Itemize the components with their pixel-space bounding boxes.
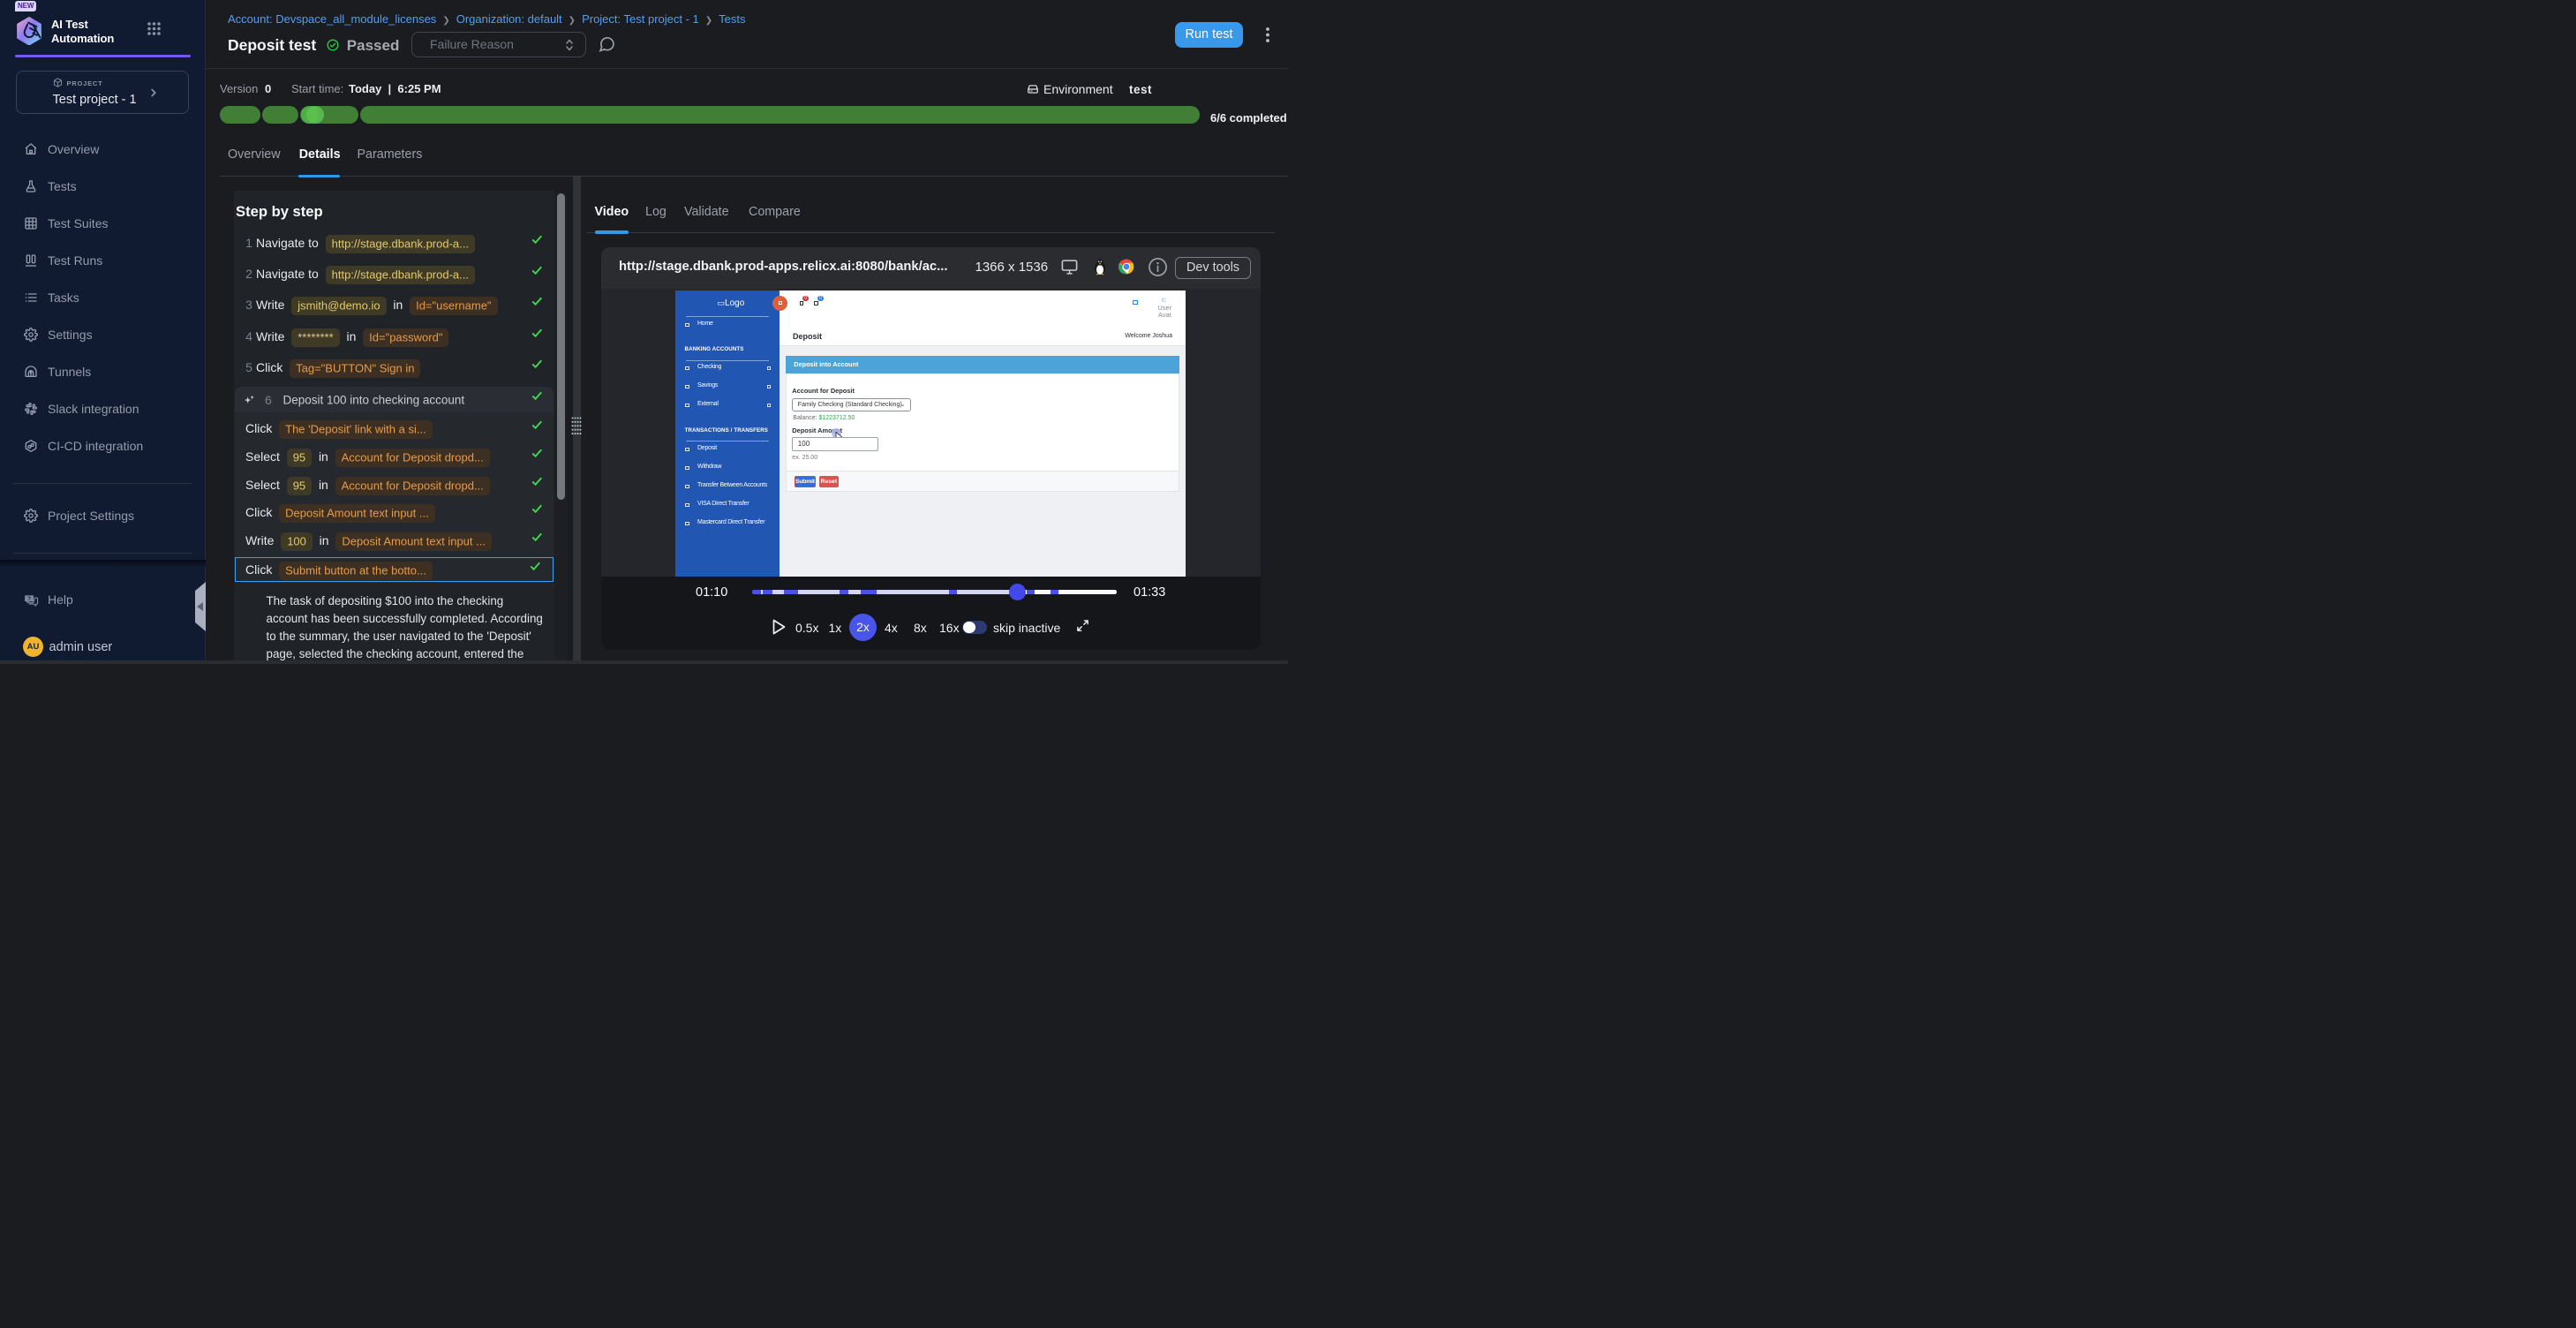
svg-text:?: ? <box>27 597 31 602</box>
